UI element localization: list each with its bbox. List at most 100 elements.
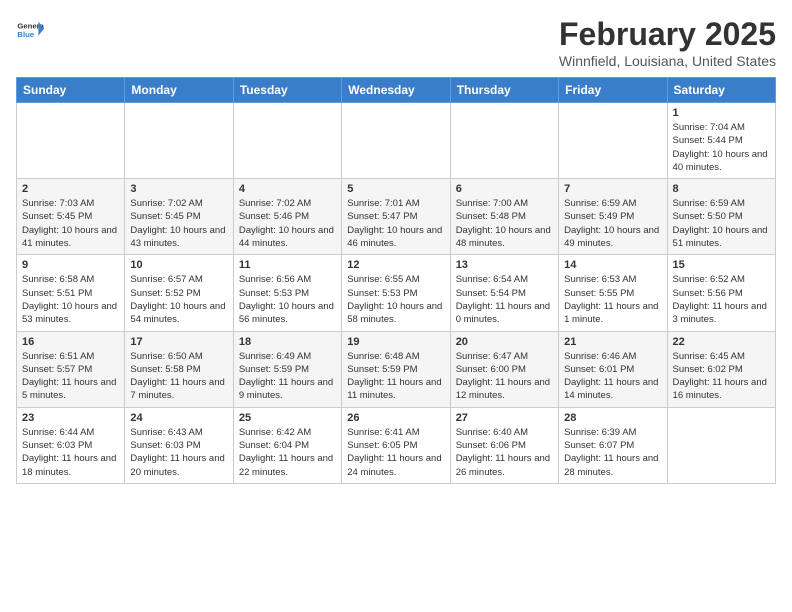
day-number: 19: [347, 336, 444, 348]
day-info: Sunrise: 6:53 AM Sunset: 5:55 PM Dayligh…: [564, 273, 661, 326]
calendar-cell: 17Sunrise: 6:50 AM Sunset: 5:58 PM Dayli…: [125, 331, 233, 407]
day-info: Sunrise: 6:45 AM Sunset: 6:02 PM Dayligh…: [673, 350, 770, 403]
day-info: Sunrise: 6:54 AM Sunset: 5:54 PM Dayligh…: [456, 273, 553, 326]
calendar-cell: 3 Sunrise: 7:02 AM Sunset: 5:45 PM Daylig…: [125, 179, 233, 255]
calendar-cell: [342, 103, 450, 179]
location-subtitle: Winnfield, Louisiana, United States: [559, 53, 776, 69]
day-number: 13: [456, 259, 553, 271]
calendar-cell: 23 Sunrise: 6:44 AM Sunset: 6:03 PM Dayli…: [17, 407, 125, 483]
calendar-cell: 19 Sunrise: 6:48 AM Sunset: 5:59 PM Dayli…: [342, 331, 450, 407]
day-number: 9: [22, 259, 119, 271]
day-number: 17: [130, 336, 227, 348]
logo: General Blue: [16, 16, 44, 44]
day-number: 15: [673, 259, 770, 271]
svg-text:Blue: Blue: [17, 30, 34, 39]
day-info: Sunrise: 6:51 AM Sunset: 5:57 PM Dayligh…: [22, 350, 119, 403]
day-info: Sunrise: 7:04 AM Sunset: 5:44 PM Dayligh…: [673, 121, 770, 174]
day-number: 26: [347, 412, 444, 424]
calendar-cell: 25 Sunrise: 6:42 AM Sunset: 6:04 PM Dayli…: [233, 407, 341, 483]
calendar-cell: 6 Sunrise: 7:00 AM Sunset: 5:48 PM Daylig…: [450, 179, 558, 255]
calendar-cell: 28Sunrise: 6:39 AM Sunset: 6:07 PM Dayli…: [559, 407, 667, 483]
day-number: 12: [347, 259, 444, 271]
calendar-cell: 24 Sunrise: 6:43 AM Sunset: 6:03 PM Dayli…: [125, 407, 233, 483]
day-info: Sunrise: 6:56 AM Sunset: 5:53 PM Dayligh…: [239, 273, 336, 326]
day-number: 4: [239, 183, 336, 195]
weekday-header-friday: Friday: [559, 78, 667, 103]
weekday-header-row: SundayMondayTuesdayWednesdayThursdayFrid…: [17, 78, 776, 103]
day-info: Sunrise: 6:44 AM Sunset: 6:03 PM Dayligh…: [22, 426, 119, 479]
day-info: Sunrise: 7:00 AM Sunset: 5:48 PM Dayligh…: [456, 197, 553, 250]
day-info: Sunrise: 6:46 AM Sunset: 6:01 PM Dayligh…: [564, 350, 661, 403]
calendar-cell: 20Sunrise: 6:47 AM Sunset: 6:00 PM Dayli…: [450, 331, 558, 407]
calendar-cell: 22 Sunrise: 6:45 AM Sunset: 6:02 PM Dayli…: [667, 331, 775, 407]
day-info: Sunrise: 6:52 AM Sunset: 5:56 PM Dayligh…: [673, 273, 770, 326]
day-info: Sunrise: 7:02 AM Sunset: 5:45 PM Dayligh…: [130, 197, 227, 250]
calendar-cell: 2 Sunrise: 7:03 AM Sunset: 5:45 PM Daylig…: [17, 179, 125, 255]
calendar-cell: [450, 103, 558, 179]
calendar-cell: 15 Sunrise: 6:52 AM Sunset: 5:56 PM Dayli…: [667, 255, 775, 331]
day-info: Sunrise: 6:40 AM Sunset: 6:06 PM Dayligh…: [456, 426, 553, 479]
day-number: 27: [456, 412, 553, 424]
day-number: 23: [22, 412, 119, 424]
calendar-cell: 8 Sunrise: 6:59 AM Sunset: 5:50 PM Daylig…: [667, 179, 775, 255]
calendar-cell: 10Sunrise: 6:57 AM Sunset: 5:52 PM Dayli…: [125, 255, 233, 331]
week-row-3: 9 Sunrise: 6:58 AM Sunset: 5:51 PM Daylig…: [17, 255, 776, 331]
day-number: 6: [456, 183, 553, 195]
header: General Blue February 2025 Winnfield, Lo…: [16, 16, 776, 69]
day-info: Sunrise: 6:59 AM Sunset: 5:49 PM Dayligh…: [564, 197, 661, 250]
calendar-cell: 12 Sunrise: 6:55 AM Sunset: 5:53 PM Dayli…: [342, 255, 450, 331]
week-row-5: 23 Sunrise: 6:44 AM Sunset: 6:03 PM Dayli…: [17, 407, 776, 483]
day-info: Sunrise: 7:02 AM Sunset: 5:46 PM Dayligh…: [239, 197, 336, 250]
calendar-cell: 16 Sunrise: 6:51 AM Sunset: 5:57 PM Dayli…: [17, 331, 125, 407]
calendar-cell: 13 Sunrise: 6:54 AM Sunset: 5:54 PM Dayli…: [450, 255, 558, 331]
day-info: Sunrise: 6:58 AM Sunset: 5:51 PM Dayligh…: [22, 273, 119, 326]
day-info: Sunrise: 7:03 AM Sunset: 5:45 PM Dayligh…: [22, 197, 119, 250]
day-number: 28: [564, 412, 661, 424]
calendar-cell: [559, 103, 667, 179]
calendar-cell: 9 Sunrise: 6:58 AM Sunset: 5:51 PM Daylig…: [17, 255, 125, 331]
day-info: Sunrise: 6:49 AM Sunset: 5:59 PM Dayligh…: [239, 350, 336, 403]
day-info: Sunrise: 6:47 AM Sunset: 6:00 PM Dayligh…: [456, 350, 553, 403]
day-info: Sunrise: 6:59 AM Sunset: 5:50 PM Dayligh…: [673, 197, 770, 250]
calendar-cell: 5Sunrise: 7:01 AM Sunset: 5:47 PM Daylig…: [342, 179, 450, 255]
calendar-cell: [17, 103, 125, 179]
day-number: 1: [673, 107, 770, 119]
weekday-header-tuesday: Tuesday: [233, 78, 341, 103]
weekday-header-wednesday: Wednesday: [342, 78, 450, 103]
calendar-cell: 21 Sunrise: 6:46 AM Sunset: 6:01 PM Dayli…: [559, 331, 667, 407]
day-number: 22: [673, 336, 770, 348]
day-number: 14: [564, 259, 661, 271]
day-number: 10: [130, 259, 227, 271]
day-number: 18: [239, 336, 336, 348]
title-area: February 2025 Winnfield, Louisiana, Unit…: [559, 16, 776, 69]
calendar-cell: 11Sunrise: 6:56 AM Sunset: 5:53 PM Dayli…: [233, 255, 341, 331]
calendar-cell: 14 Sunrise: 6:53 AM Sunset: 5:55 PM Dayli…: [559, 255, 667, 331]
calendar-cell: [233, 103, 341, 179]
calendar-cell: 18 Sunrise: 6:49 AM Sunset: 5:59 PM Dayli…: [233, 331, 341, 407]
weekday-header-sunday: Sunday: [17, 78, 125, 103]
day-info: Sunrise: 6:41 AM Sunset: 6:05 PM Dayligh…: [347, 426, 444, 479]
day-info: Sunrise: 6:43 AM Sunset: 6:03 PM Dayligh…: [130, 426, 227, 479]
calendar-cell: 27 Sunrise: 6:40 AM Sunset: 6:06 PM Dayli…: [450, 407, 558, 483]
day-number: 16: [22, 336, 119, 348]
day-info: Sunrise: 6:48 AM Sunset: 5:59 PM Dayligh…: [347, 350, 444, 403]
logo-icon: General Blue: [16, 16, 44, 44]
calendar-cell: 7Sunrise: 6:59 AM Sunset: 5:49 PM Daylig…: [559, 179, 667, 255]
weekday-header-thursday: Thursday: [450, 78, 558, 103]
day-info: Sunrise: 7:01 AM Sunset: 5:47 PM Dayligh…: [347, 197, 444, 250]
day-info: Sunrise: 6:42 AM Sunset: 6:04 PM Dayligh…: [239, 426, 336, 479]
day-number: 3: [130, 183, 227, 195]
day-number: 8: [673, 183, 770, 195]
calendar-cell: [125, 103, 233, 179]
day-number: 25: [239, 412, 336, 424]
weekday-header-saturday: Saturday: [667, 78, 775, 103]
day-number: 2: [22, 183, 119, 195]
day-number: 21: [564, 336, 661, 348]
calendar-cell: 26 Sunrise: 6:41 AM Sunset: 6:05 PM Dayli…: [342, 407, 450, 483]
day-number: 24: [130, 412, 227, 424]
weekday-header-monday: Monday: [125, 78, 233, 103]
week-row-4: 16 Sunrise: 6:51 AM Sunset: 5:57 PM Dayli…: [17, 331, 776, 407]
calendar-cell: 1 Sunrise: 7:04 AM Sunset: 5:44 PM Daylig…: [667, 103, 775, 179]
day-info: Sunrise: 6:55 AM Sunset: 5:53 PM Dayligh…: [347, 273, 444, 326]
week-row-1: 1 Sunrise: 7:04 AM Sunset: 5:44 PM Daylig…: [17, 103, 776, 179]
